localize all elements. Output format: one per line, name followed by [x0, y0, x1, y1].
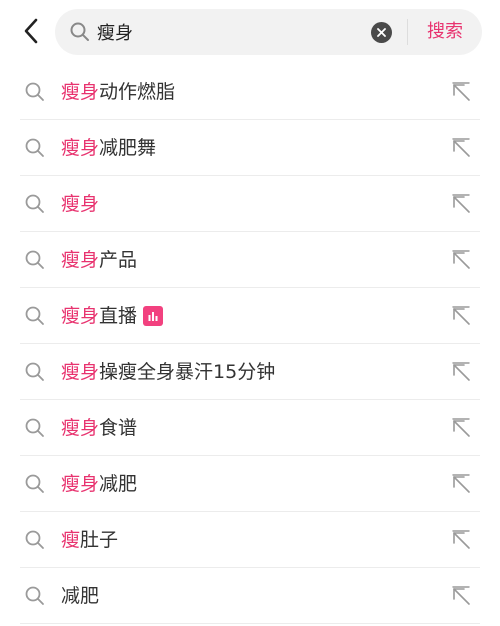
- search-input[interactable]: [97, 17, 367, 47]
- suggestion-rest: 肚子: [80, 529, 119, 551]
- suggestion-highlight: 瘦身: [61, 305, 100, 327]
- suggestion-highlight: 瘦身: [61, 137, 100, 159]
- suggestion-rest: 产品: [99, 249, 138, 271]
- suggestion-item[interactable]: 瘦肚子: [0, 512, 500, 568]
- search-field-container[interactable]: 搜索: [55, 9, 482, 55]
- divider: [407, 19, 408, 45]
- live-badge: [143, 306, 164, 326]
- search-button[interactable]: 搜索: [415, 17, 475, 47]
- suggestion-label: 瘦身 食谱: [61, 414, 137, 442]
- arrow-up-left-icon[interactable]: [449, 472, 473, 496]
- arrow-up-left-icon[interactable]: [449, 80, 473, 104]
- search-icon: [25, 138, 44, 157]
- arrow-up-left-icon[interactable]: [449, 136, 473, 160]
- suggestion-highlight: 瘦: [61, 529, 81, 551]
- suggestion-label: 瘦身: [61, 190, 99, 218]
- suggestion-label: 瘦身 产品: [61, 246, 137, 274]
- suggestion-rest: 动作燃脂: [99, 81, 176, 103]
- search-icon: [25, 194, 44, 213]
- suggestion-highlight: 瘦身: [61, 473, 100, 495]
- search-icon: [25, 250, 44, 269]
- search-header: 搜索: [0, 0, 500, 64]
- suggestion-list: 瘦身 动作燃脂 瘦身 减肥舞 瘦身 瘦身 产品 瘦身 直播 瘦身 操瘦全身暴汗15分钟 瘦身 食谱 瘦身减…: [0, 64, 500, 624]
- arrow-up-left-icon[interactable]: [449, 584, 473, 608]
- suggestion-rest: 食谱: [99, 417, 138, 439]
- suggestion-label: 减肥: [61, 582, 99, 610]
- suggestion-item[interactable]: 瘦身 产品: [0, 232, 500, 288]
- suggestion-item[interactable]: 瘦身 食谱: [0, 400, 500, 456]
- search-icon: [25, 530, 44, 549]
- suggestion-item[interactable]: 瘦身 动作燃脂: [0, 64, 500, 120]
- suggestion-highlight: 瘦身: [61, 361, 100, 383]
- suggestion-highlight: 瘦身: [61, 193, 100, 215]
- search-icon: [70, 22, 89, 41]
- suggestion-highlight: 瘦身: [61, 249, 100, 271]
- suggestion-label: 瘦肚子: [61, 526, 118, 554]
- arrow-up-left-icon[interactable]: [449, 360, 473, 384]
- clear-x-icon: [377, 28, 386, 37]
- suggestion-rest: 减肥舞: [99, 137, 157, 159]
- suggestion-rest: 减肥: [61, 585, 100, 607]
- suggestion-label: 瘦身 操瘦全身暴汗15分钟: [61, 358, 275, 386]
- suggestion-item[interactable]: 减肥: [0, 568, 500, 624]
- suggestion-item[interactable]: 瘦身 减肥舞: [0, 120, 500, 176]
- arrow-up-left-icon[interactable]: [449, 528, 473, 552]
- search-icon: [25, 418, 44, 437]
- suggestion-rest: 直播: [99, 305, 138, 327]
- suggestion-label: 瘦身 直播: [61, 302, 164, 330]
- suggestion-item[interactable]: 瘦身 减肥: [0, 456, 500, 512]
- bar-chart-icon: [148, 312, 158, 321]
- search-icon: [25, 586, 44, 605]
- suggestion-rest: 减肥: [99, 473, 138, 495]
- suggestion-label: 瘦身 减肥: [61, 470, 137, 498]
- suggestion-label: 瘦身 动作燃脂: [61, 78, 175, 106]
- arrow-up-left-icon[interactable]: [449, 416, 473, 440]
- suggestion-label: 瘦身 减肥舞: [61, 134, 156, 162]
- arrow-up-left-icon[interactable]: [449, 304, 473, 328]
- suggestion-item[interactable]: 瘦身: [0, 176, 500, 232]
- suggestion-item[interactable]: 瘦身 直播: [0, 288, 500, 344]
- back-button[interactable]: [14, 12, 48, 50]
- suggestion-rest: 操瘦全身暴汗15分钟: [99, 361, 276, 383]
- search-icon: [25, 82, 44, 101]
- suggestion-item[interactable]: 瘦身 操瘦全身暴汗15分钟: [0, 344, 500, 400]
- arrow-up-left-icon[interactable]: [449, 248, 473, 272]
- search-icon: [25, 362, 44, 381]
- search-icon: [25, 474, 44, 493]
- suggestion-highlight: 瘦身: [61, 417, 100, 439]
- chevron-left-icon: [24, 18, 38, 44]
- clear-button[interactable]: [371, 22, 392, 43]
- search-icon: [25, 306, 44, 325]
- suggestion-highlight: 瘦身: [61, 81, 100, 103]
- arrow-up-left-icon[interactable]: [449, 192, 473, 216]
